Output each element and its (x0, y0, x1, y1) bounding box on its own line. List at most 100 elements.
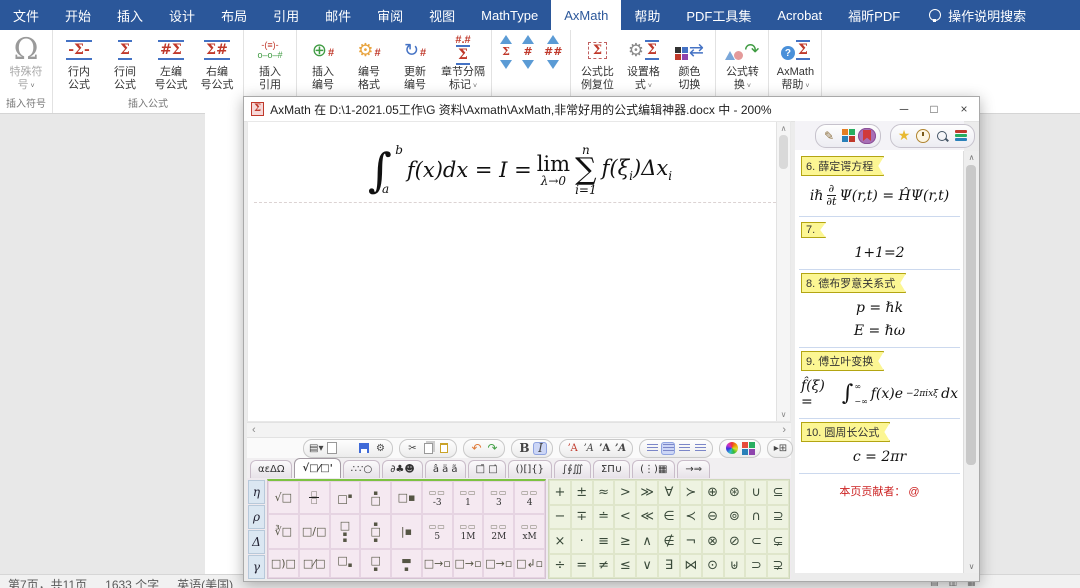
scroll-thumb[interactable] (779, 135, 788, 169)
ribbon-button-右编号公式[interactable]: Σ#右编号公式 (195, 33, 239, 93)
operator-cell-≫[interactable]: ≫ (636, 480, 658, 505)
operator-cell-∈[interactable]: ∈ (658, 505, 680, 530)
operator-cell-<[interactable]: < (614, 505, 636, 530)
operator-cell-∧[interactable]: ∧ (636, 529, 658, 554)
word-tab-插入[interactable]: 插入 (104, 0, 156, 30)
word-tab-福昕PDF[interactable]: 福昕PDF (835, 0, 913, 30)
ribbon-button-插入编号[interactable]: ⊕#插入编号 (301, 33, 345, 93)
operator-cell-·[interactable]: · (571, 529, 593, 554)
operator-cell-⊗[interactable]: ⊗ (702, 529, 724, 554)
operator-cell-+[interactable]: + (549, 480, 571, 505)
operator-cell-−[interactable]: − (549, 505, 571, 530)
template-cell[interactable]: |▪ (391, 514, 422, 549)
language-indicator[interactable]: 英语(美国) (177, 576, 233, 588)
arrow-down-icon[interactable] (522, 60, 534, 69)
ribbon-button-设置格式[interactable]: ⚙Σ设置格式˅ (621, 33, 665, 94)
template-cell[interactable]: ▭▭-3 (422, 481, 453, 514)
scroll-down-icon[interactable]: ∨ (969, 562, 975, 571)
operator-cell-≡[interactable]: ≡ (593, 529, 615, 554)
undo-button[interactable]: ↶ (469, 442, 483, 455)
greek-cell-Δ[interactable]: Δ (248, 530, 265, 554)
operator-cell-⊛[interactable]: ⊛ (724, 480, 746, 505)
arrow-up-icon[interactable] (547, 35, 559, 44)
operator-cell-⋈[interactable]: ⋈ (680, 554, 702, 579)
formula-item-6[interactable]: 6. 薛定谔方程iℏ∂∂tΨ(r,t) = ĤΨ(r,t) (799, 153, 960, 217)
italic-button[interactable]: I (533, 442, 547, 455)
word-tab-Acrobat[interactable]: Acrobat (764, 0, 835, 30)
greek-cell-η[interactable]: η (248, 480, 265, 504)
operator-cell-≻[interactable]: ≻ (680, 480, 702, 505)
formula-item-9[interactable]: 9. 傅立叶变换f̂(ξ) =∫∞−∞f(x)e−2πixξdx (799, 348, 960, 419)
template-cell[interactable]: ▭▭xM (514, 514, 545, 549)
palette-tab-3[interactable]: ∂♣☻ (382, 460, 423, 478)
operator-cell-≺[interactable]: ≺ (680, 505, 702, 530)
minimize-button[interactable]: ─ (889, 97, 919, 121)
word-tab-设计[interactable]: 设计 (156, 0, 208, 30)
template-cell[interactable]: ▭▭1M (453, 514, 484, 549)
operator-cell-⊖[interactable]: ⊖ (702, 505, 724, 530)
palette-tab-9[interactable]: (⋮)▦ (632, 460, 675, 478)
arrow-down-icon[interactable] (500, 60, 512, 69)
save-button[interactable] (357, 442, 371, 455)
template-cell[interactable]: □▪ (391, 481, 422, 514)
template-cell[interactable]: ▭▭1 (453, 481, 484, 514)
scroll-down-icon[interactable]: ∨ (781, 410, 787, 419)
search-button[interactable] (933, 128, 951, 144)
operator-cell-¬[interactable]: ¬ (680, 529, 702, 554)
word-tab-MathType[interactable]: MathType (468, 0, 551, 30)
copy-button[interactable] (421, 442, 435, 455)
palette-tab-1[interactable]: √□⁄□' (294, 458, 340, 478)
template-cell[interactable]: ▬▪ (391, 549, 422, 578)
template-cell[interactable]: ▭▭2M (483, 514, 514, 549)
ribbon-button-章节分隔标记[interactable]: #.#Σ章节分隔标记˅ (439, 33, 487, 94)
tell-me-search[interactable]: 操作说明搜索 (913, 0, 1026, 30)
template-cell[interactable]: ▭▭4 (514, 481, 545, 514)
template-cell[interactable]: □▪ (360, 549, 391, 578)
library-scrollbar[interactable]: ∧ ∨ (963, 151, 979, 573)
settings-button[interactable]: ⚙ (373, 442, 387, 455)
ribbon-button-特殊符号[interactable]: Ω特殊符号˅ (4, 33, 48, 94)
align-center-button[interactable] (661, 442, 675, 455)
scroll-up-icon[interactable]: ∧ (969, 153, 975, 162)
operator-cell-⊎[interactable]: ⊎ (724, 554, 746, 579)
redo-button[interactable]: ↷ (485, 442, 499, 455)
operator-cell-≠[interactable]: ≠ (593, 554, 615, 579)
operator-cell-≪[interactable]: ≪ (636, 505, 658, 530)
close-button[interactable]: × (949, 97, 979, 121)
arrow-down-icon[interactable] (547, 60, 559, 69)
font-style-3-button[interactable]: ʼA (597, 442, 611, 455)
ribbon-button-公式比例复位[interactable]: Σ公式比例复位 (575, 33, 619, 93)
operator-cell-⊚[interactable]: ⊚ (724, 505, 746, 530)
operator-cell-⊇[interactable]: ⊇ (767, 505, 789, 530)
template-cell[interactable]: □□ (299, 481, 330, 514)
pencil-button[interactable]: ✎ (820, 128, 838, 144)
font-style-4-button[interactable]: ʼA (613, 442, 627, 455)
scroll-right-icon[interactable]: › (782, 424, 786, 436)
operator-cell-∨[interactable]: ∨ (636, 554, 658, 579)
ribbon-button-公式转换[interactable]: ↷公式转换˅ (720, 33, 764, 94)
word-tab-AxMath[interactable]: AxMath (551, 0, 621, 30)
grid-button[interactable] (839, 128, 857, 144)
ribbon-button-更新编号[interactable]: ↻#更新编号 (393, 33, 437, 93)
palette-button[interactable] (741, 442, 755, 455)
word-tab-文件[interactable]: 文件 (0, 0, 52, 30)
align-left-button[interactable] (645, 442, 659, 455)
template-cell[interactable]: ∛□ (268, 514, 299, 549)
word-tab-引用[interactable]: 引用 (260, 0, 312, 30)
template-cell[interactable]: √□ (268, 481, 299, 514)
clock-button[interactable] (914, 128, 932, 144)
word-tab-布局[interactable]: 布局 (208, 0, 260, 30)
formula-item-7[interactable]: 7.1+1=2 (799, 217, 960, 270)
palette-tab-10[interactable]: →⇒ (677, 460, 710, 478)
template-cell[interactable]: □→▫ (483, 549, 514, 578)
palette-tab-5[interactable]: □̄ □̇ (468, 460, 506, 478)
operator-cell-⊕[interactable]: ⊕ (702, 480, 724, 505)
template-cell[interactable]: □→▫ (422, 549, 453, 578)
template-cell[interactable]: □↲▫ (514, 549, 545, 578)
template-cell[interactable]: ▪□ (360, 481, 391, 514)
operator-cell-⊆[interactable]: ⊆ (767, 480, 789, 505)
font-color-button[interactable]: ʼA (565, 442, 579, 455)
ribbon-button-左编号公式[interactable]: #Σ左编号公式 (149, 33, 193, 93)
ribbon-button-颜色切换[interactable]: ⇄颜色切换 (667, 33, 711, 93)
palette-tab-8[interactable]: ΣΠ∪ (593, 460, 630, 478)
